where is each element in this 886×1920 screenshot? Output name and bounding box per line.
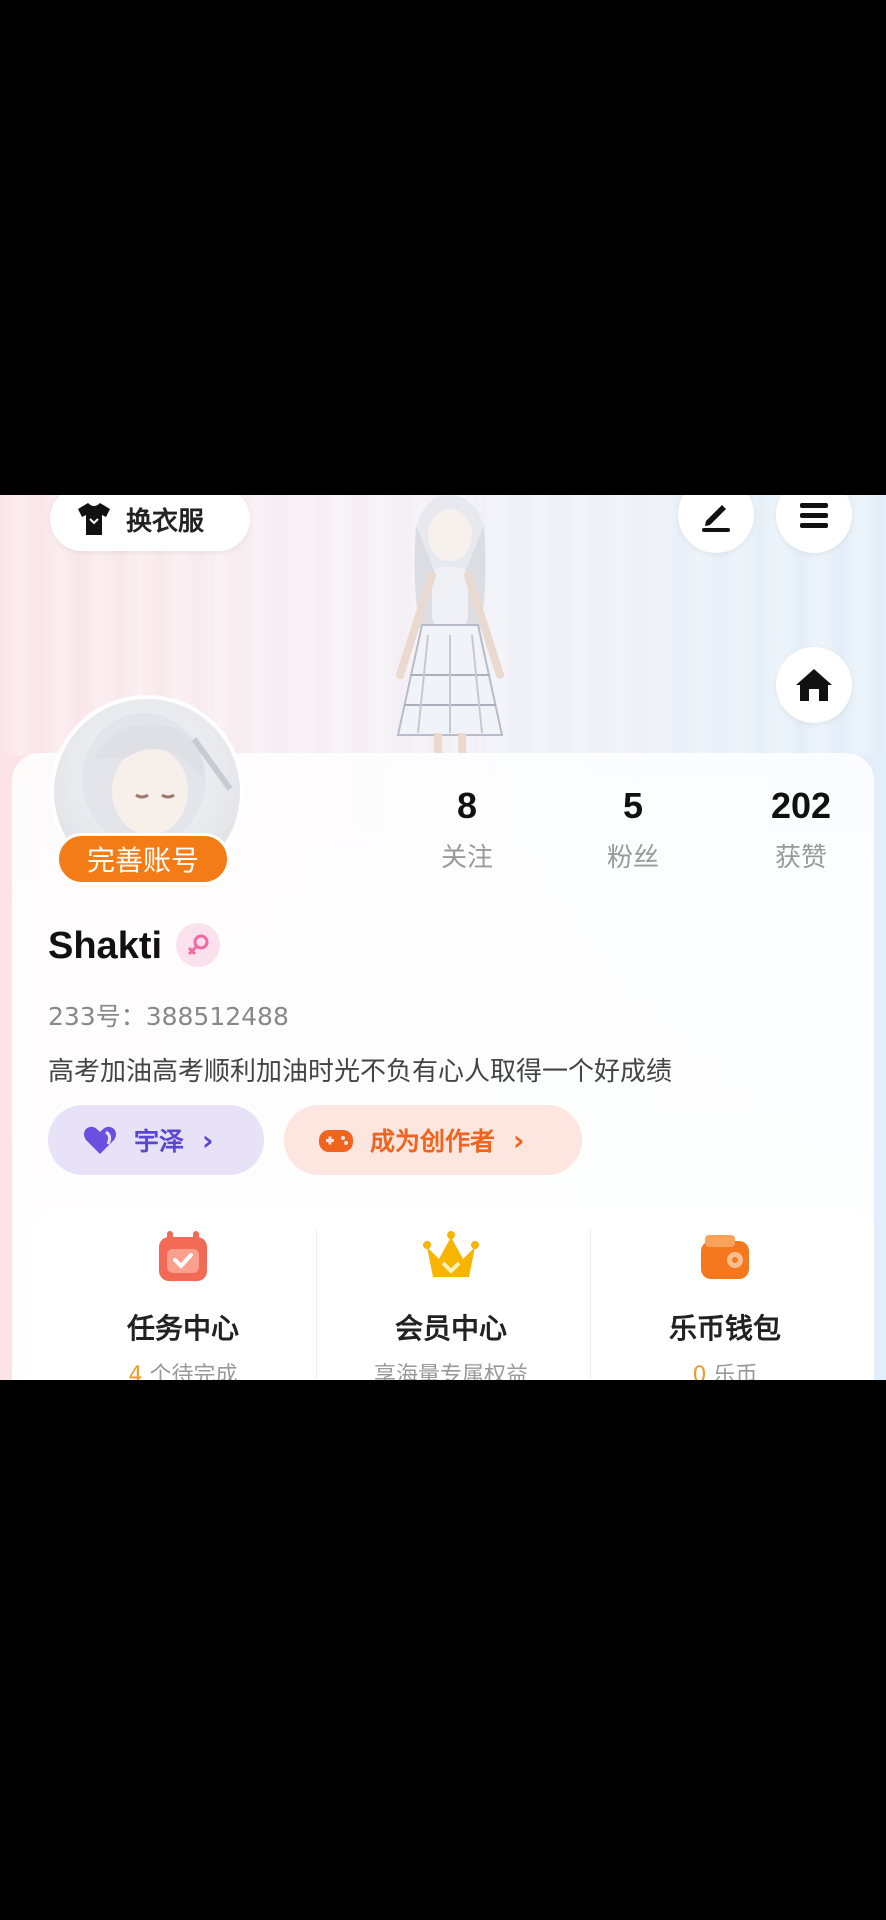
coin-unit: 乐币 xyxy=(706,1363,758,1380)
likes-label: 获赞 xyxy=(774,843,827,873)
chevron-right-icon: › xyxy=(513,1123,525,1157)
task-center-title: 任务中心 xyxy=(126,1312,239,1345)
user-id-value: 388512488 xyxy=(145,1002,289,1031)
following-count: 8 xyxy=(456,785,478,826)
vip-center-title: 会员中心 xyxy=(394,1312,507,1345)
task-center-subtitle: 4 个待完成 xyxy=(48,1357,318,1380)
chevron-right-icon: › xyxy=(202,1123,214,1157)
coin-balance: 0 xyxy=(692,1363,707,1380)
pending-task-count: 4 xyxy=(128,1363,143,1380)
stat-following[interactable]: 8 关注 xyxy=(397,785,537,874)
change-outfit-button[interactable]: 换衣服 xyxy=(50,495,250,551)
vip-center-item[interactable]: 会员中心 享海量专属权益 xyxy=(316,1209,586,1380)
become-creator-button[interactable]: 成为创作者 › xyxy=(284,1105,582,1175)
character-figure[interactable] xyxy=(360,495,540,755)
coin-wallet-subtitle: 0 乐币 xyxy=(590,1357,860,1380)
profile-screen: 换衣服 完善账号 8 关注 5 粉丝 202 获赞 Shakti 233号：38… xyxy=(0,495,886,1380)
tshirt-icon xyxy=(78,503,110,535)
friend-tag-label: 宇泽 xyxy=(134,1127,185,1156)
friend-tag-button[interactable]: 宇泽 › xyxy=(48,1105,264,1175)
become-creator-label: 成为创作者 xyxy=(370,1127,496,1156)
stat-likes[interactable]: 202 获赞 xyxy=(731,785,871,874)
vip-center-subtitle: 享海量专属权益 xyxy=(373,1363,528,1380)
coin-wallet-item[interactable]: 乐币钱包 0 乐币 xyxy=(590,1209,860,1380)
fans-label: 粉丝 xyxy=(606,843,659,873)
username: Shakti xyxy=(48,925,163,967)
complete-account-button[interactable]: 完善账号 xyxy=(56,833,230,885)
edit-icon xyxy=(702,505,730,532)
following-label: 关注 xyxy=(440,843,493,873)
gender-female-icon xyxy=(176,923,220,967)
coin-wallet-title: 乐币钱包 xyxy=(668,1312,781,1345)
menu-icon xyxy=(800,503,828,528)
home-button[interactable] xyxy=(776,647,852,723)
user-id: 233号：388512488 xyxy=(48,997,289,1033)
quick-access-panel: 任务中心 4 个待完成 会员中心 享海量专属权益 乐币钱包 0 乐币 xyxy=(30,1209,874,1380)
user-bio: 高考加油高考顺利加油时光不负有心人取得一个好成绩 xyxy=(48,1057,673,1087)
crown-icon xyxy=(423,1231,479,1277)
fans-count: 5 xyxy=(622,785,644,826)
gamepad-icon xyxy=(319,1130,353,1152)
calendar-check-icon xyxy=(159,1231,207,1281)
pending-task-suffix: 个待完成 xyxy=(142,1363,238,1380)
stat-fans[interactable]: 5 粉丝 xyxy=(563,785,703,874)
wallet-icon xyxy=(701,1235,749,1279)
heart-icon xyxy=(84,1126,116,1154)
user-id-label: 233号： xyxy=(48,1002,146,1031)
likes-count: 202 xyxy=(770,785,832,826)
task-center-item[interactable]: 任务中心 4 个待完成 xyxy=(48,1209,318,1380)
home-icon xyxy=(796,669,832,701)
change-outfit-label: 换衣服 xyxy=(126,506,205,537)
